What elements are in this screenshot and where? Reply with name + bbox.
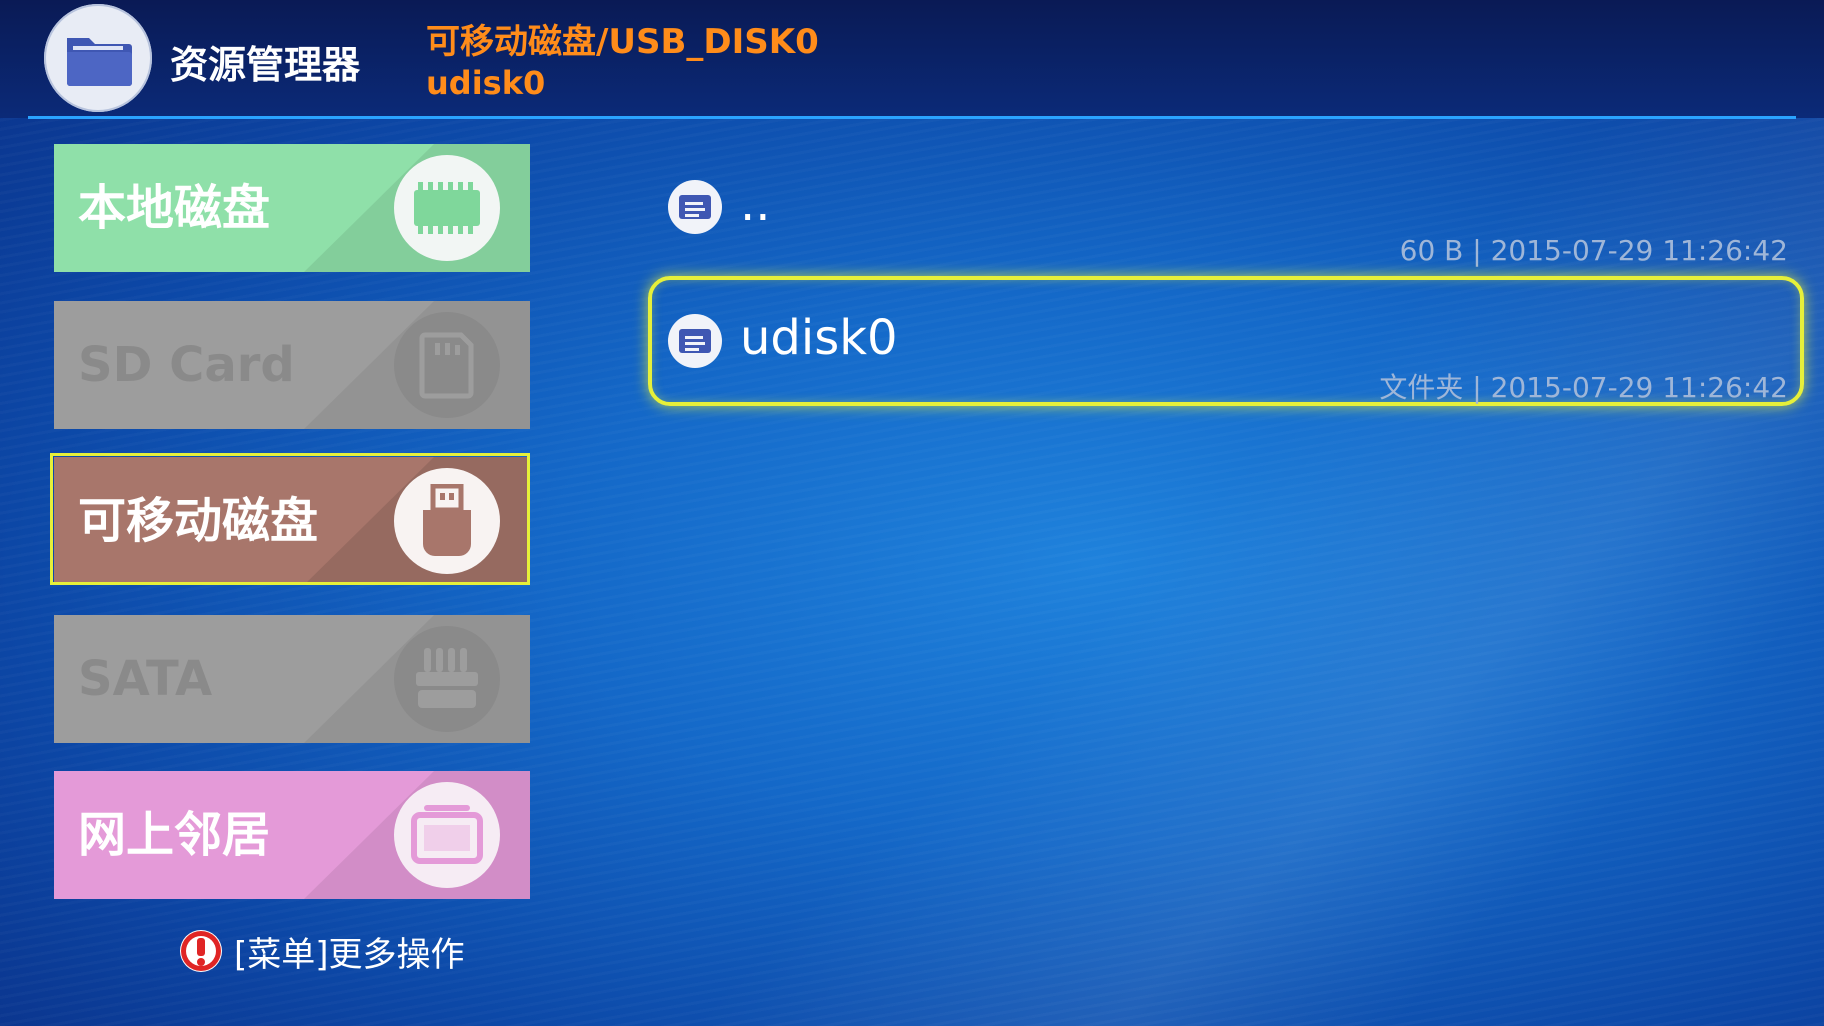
file-meta: 60 B | 2015-07-29 11:26:42 — [1399, 234, 1788, 267]
folder-icon — [668, 314, 722, 368]
sidebar-item-sata[interactable]: SATA — [54, 615, 530, 743]
sd-card-icon — [394, 312, 500, 418]
file-name: udisk0 — [740, 310, 898, 366]
menu-hint-text: [菜单]更多操作 — [234, 934, 465, 975]
selection-frame — [50, 453, 530, 585]
sidebar-item-label: 本地磁盘 — [78, 180, 271, 236]
header-divider — [28, 116, 1796, 119]
sidebar-item-label: SD Card — [78, 337, 295, 393]
file-row-parent[interactable]: .. 60 B | 2015-07-29 11:26:42 — [648, 168, 1804, 278]
file-name: .. — [740, 176, 771, 232]
sidebar-item-network[interactable]: 网上邻居 — [54, 771, 530, 899]
file-row-udisk0[interactable]: udisk0 文件夹 | 2015-07-29 11:26:42 — [648, 276, 1804, 406]
folder-logo-icon — [44, 4, 152, 112]
breadcrumb: 可移动磁盘/USB_DISK0 — [426, 22, 819, 62]
network-computer-icon — [394, 782, 500, 888]
sata-drive-icon — [394, 626, 500, 732]
menu-hint: [菜单]更多操作 — [180, 928, 465, 975]
sidebar-item-label: 网上邻居 — [78, 807, 271, 863]
memory-chip-icon — [394, 155, 500, 261]
header-bar: 资源管理器 可移动磁盘/USB_DISK0 udisk0 — [0, 0, 1824, 118]
sidebar-item-local-disk[interactable]: 本地磁盘 — [54, 144, 530, 272]
current-folder-label: udisk0 — [426, 64, 546, 102]
sidebar-item-sd-card[interactable]: SD Card — [54, 301, 530, 429]
file-meta: 文件夹 | 2015-07-29 11:26:42 — [1379, 371, 1788, 404]
app-title: 资源管理器 — [170, 43, 361, 87]
sidebar-item-label: SATA — [78, 651, 213, 707]
alert-icon — [180, 930, 222, 972]
folder-icon — [668, 180, 722, 234]
